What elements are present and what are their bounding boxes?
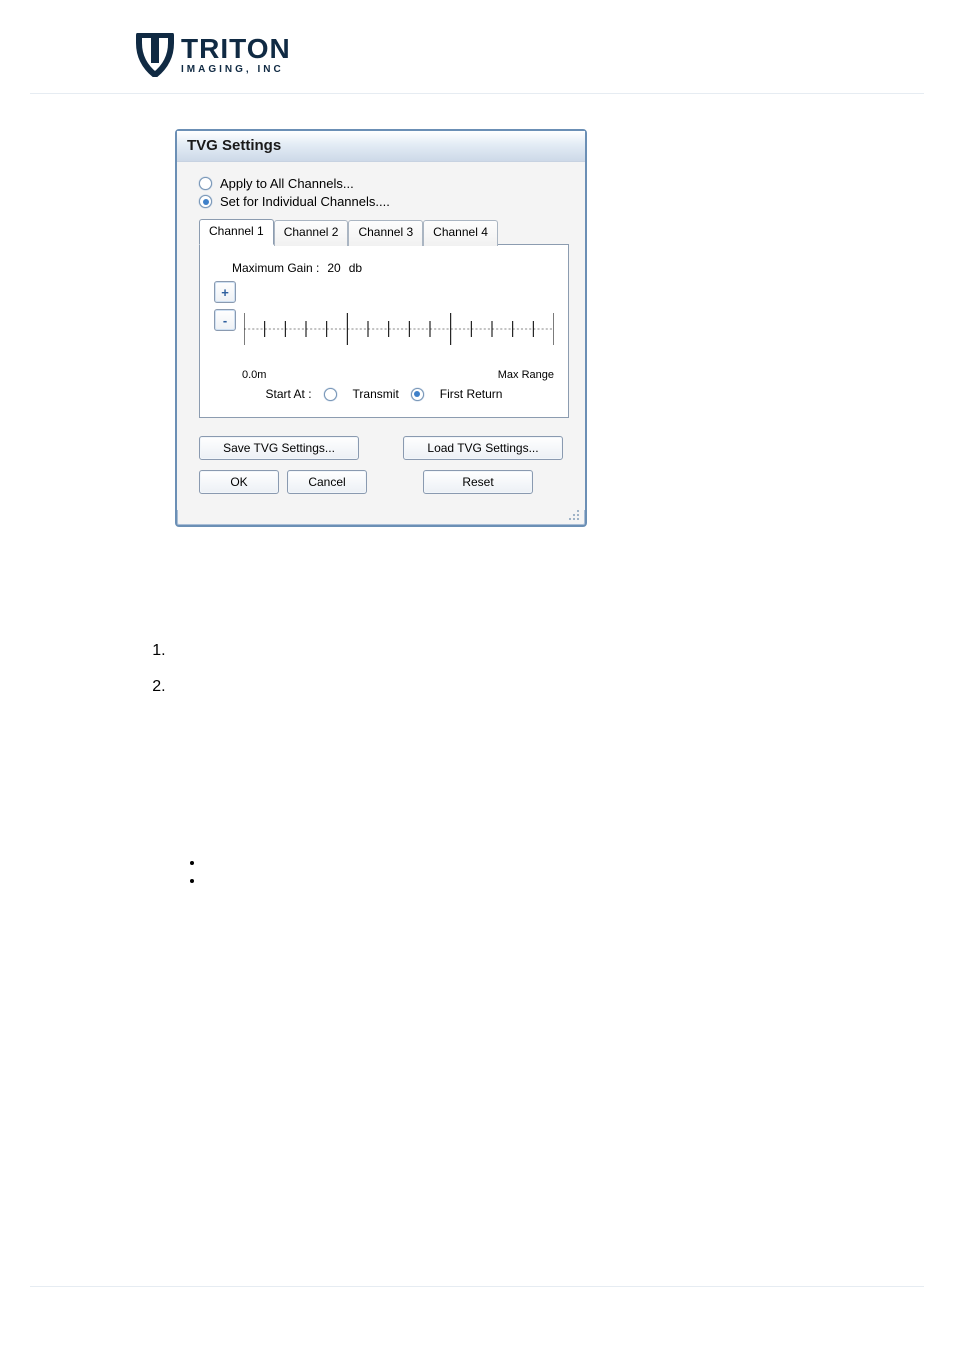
cancel-button[interactable]: Cancel [287, 470, 367, 494]
bullet-list [205, 854, 814, 886]
tab-channel-2[interactable]: Channel 2 [274, 220, 349, 246]
gain-decrease-button[interactable]: - [214, 309, 236, 331]
radio-unchecked-icon[interactable] [324, 388, 337, 401]
radio-unchecked-icon [199, 177, 212, 190]
save-tvg-button[interactable]: Save TVG Settings... [199, 436, 359, 460]
start-at-first-return-label[interactable]: First Return [440, 387, 503, 401]
dialog-title: TVG Settings [177, 131, 585, 162]
start-at-transmit-label[interactable]: Transmit [353, 387, 399, 401]
max-gain-row: Maximum Gain : 20 db [232, 261, 554, 275]
tab-channel-3[interactable]: Channel 3 [348, 220, 423, 246]
document-body [140, 642, 814, 886]
range-start-label: 0.0m [242, 369, 266, 381]
tab-panel-channel-1: Maximum Gain : 20 db + - [199, 244, 569, 418]
max-gain-value: 20 [327, 261, 340, 275]
tvg-curve-graph[interactable] [244, 281, 554, 363]
ok-button[interactable]: OK [199, 470, 279, 494]
brand-tagline: IMAGING, INC [181, 65, 291, 75]
max-gain-label: Maximum Gain : [232, 261, 319, 275]
list-item [170, 642, 814, 658]
range-end-label: Max Range [498, 369, 554, 381]
channel-tabs: Channel 1 Channel 2 Channel 3 Channel 4 … [199, 219, 569, 418]
apply-all-option[interactable]: Apply to All Channels... [199, 176, 569, 191]
gain-increase-button[interactable]: + [214, 281, 236, 303]
max-gain-unit: db [349, 261, 362, 275]
resize-grip-icon[interactable] [177, 510, 585, 525]
list-item [205, 854, 814, 868]
load-tvg-button[interactable]: Load TVG Settings... [403, 436, 563, 460]
start-at-row: Start At : Transmit First Return [214, 387, 554, 401]
numbered-list [170, 642, 814, 694]
tvg-settings-dialog: TVG Settings Apply to All Channels... Se… [175, 129, 587, 527]
set-individual-label: Set for Individual Channels.... [220, 194, 390, 209]
footer-divider [30, 1286, 924, 1287]
page-header: TRITON IMAGING, INC [0, 25, 954, 85]
tab-channel-1[interactable]: Channel 1 [199, 219, 274, 245]
brand-name: TRITON [181, 35, 291, 63]
start-at-label: Start At : [266, 387, 312, 401]
header-divider [30, 93, 924, 94]
radio-checked-icon[interactable] [411, 388, 424, 401]
brand-logo: TRITON IMAGING, INC [135, 33, 291, 77]
set-individual-option[interactable]: Set for Individual Channels.... [199, 194, 569, 209]
list-item [170, 678, 814, 694]
reset-button[interactable]: Reset [423, 470, 533, 494]
radio-checked-icon [199, 195, 212, 208]
apply-all-label: Apply to All Channels... [220, 176, 354, 191]
tab-channel-4[interactable]: Channel 4 [423, 220, 498, 246]
triton-logo-icon [135, 33, 175, 77]
list-item [205, 872, 814, 886]
